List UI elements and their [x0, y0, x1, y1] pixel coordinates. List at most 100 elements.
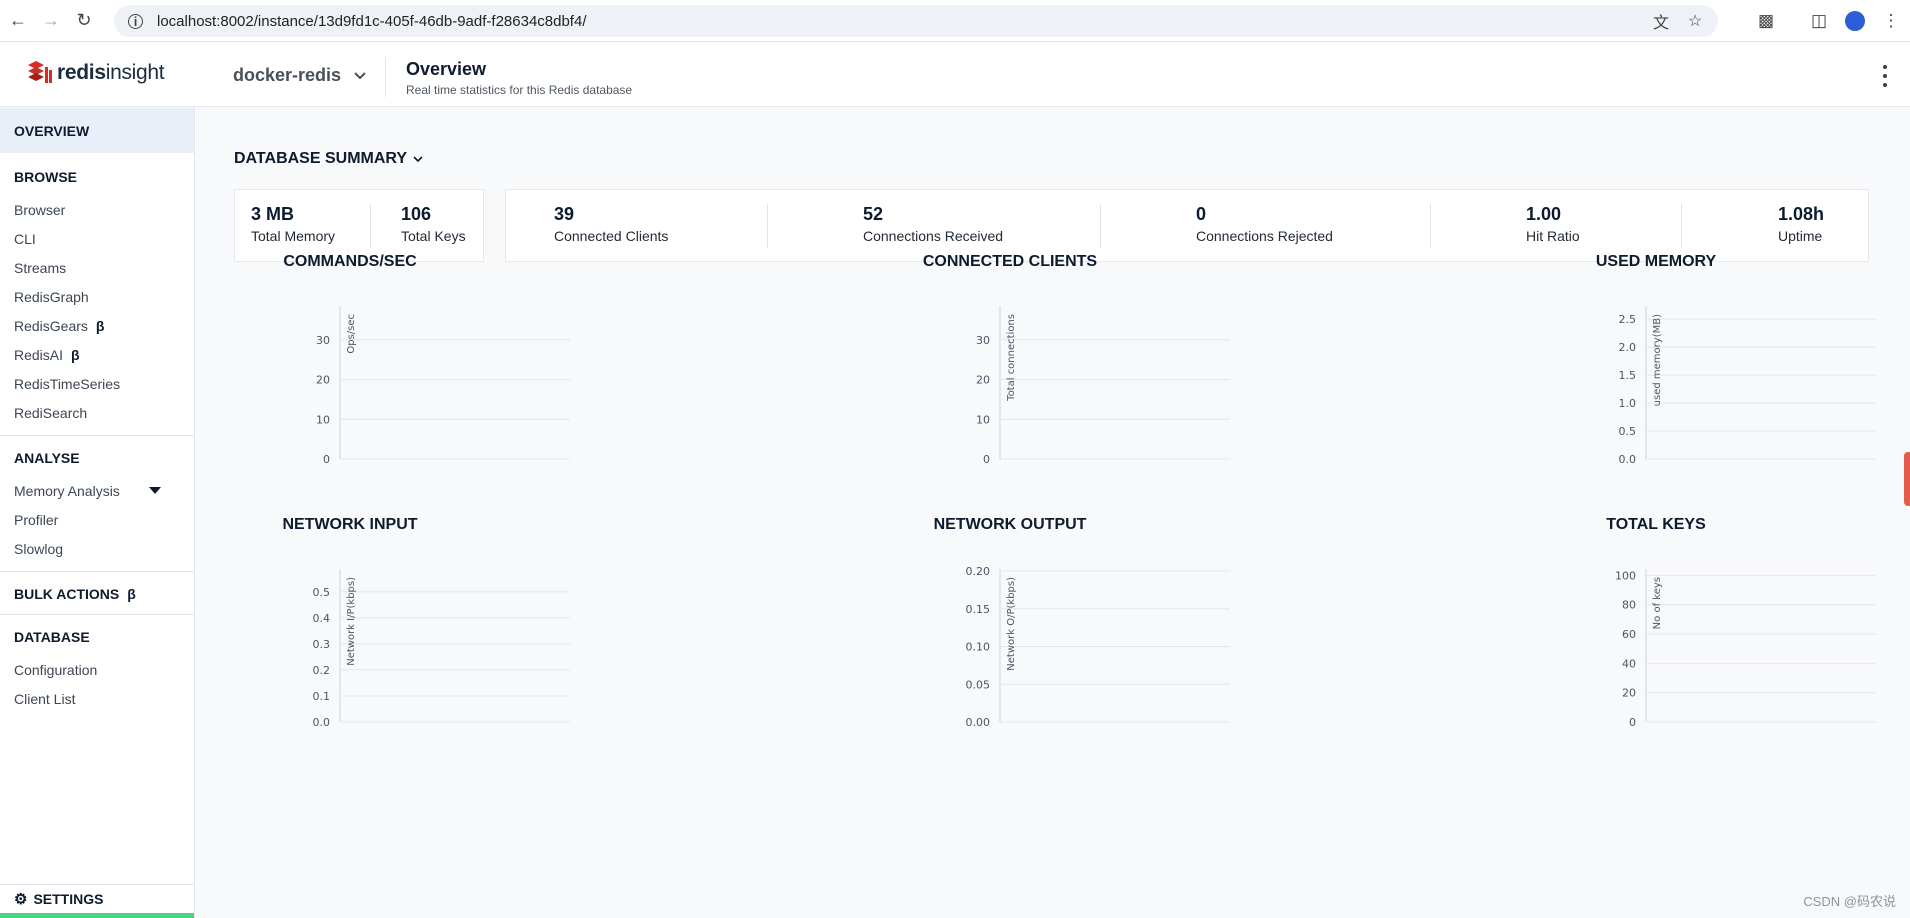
browser-menu-icon[interactable]: ⋮	[1876, 6, 1906, 36]
y-tick-label: 10	[316, 413, 330, 426]
y-tick-label: 0.2	[313, 664, 331, 677]
sidebar-item-bulk-actions[interactable]: BULK ACTIONS β	[0, 586, 194, 602]
sidebar-item-configuration[interactable]: Configuration	[0, 655, 194, 684]
sidebar-section-database: DATABASE Configuration Client List	[0, 615, 194, 713]
sidebar-item-redisgraph[interactable]: RedisGraph	[0, 282, 194, 311]
y-axis-label: Network I/P(kbps)	[346, 577, 357, 666]
redis-logo-icon	[28, 61, 52, 83]
bookmark-star-icon[interactable]: ☆	[1684, 10, 1706, 32]
y-tick-label: 20	[1622, 687, 1636, 700]
header-divider	[385, 57, 386, 97]
watermark: CSDN @码农说	[1803, 894, 1896, 909]
connections-rejected-stat: 0 Connections Rejected	[1196, 204, 1333, 244]
stat-value: 3 MB	[251, 204, 295, 224]
side-panel-icon[interactable]: ◫	[1804, 6, 1834, 36]
stat-divider	[767, 204, 768, 248]
stat-label: Connections Rejected	[1196, 228, 1333, 244]
y-tick-label: 80	[1622, 599, 1636, 612]
back-icon[interactable]: ←	[3, 6, 33, 36]
y-tick-label: 2.0	[1619, 341, 1637, 354]
beta-badge: β	[127, 586, 136, 602]
y-tick-label: 1.5	[1619, 369, 1637, 382]
beta-badge: β	[71, 346, 80, 363]
logo-text-rest: insight	[105, 61, 165, 84]
extensions-icon[interactable]: ▩	[1751, 6, 1781, 36]
y-tick-label: 0.05	[966, 678, 991, 691]
stat-label: Total Memory	[251, 228, 336, 244]
y-axis-label: Total connections	[1006, 314, 1017, 402]
sidebar-status-bar	[0, 913, 194, 918]
sidebar-item-streams[interactable]: Streams	[0, 253, 194, 282]
stat-value: 106	[401, 204, 432, 224]
y-tick-label: 0.4	[313, 612, 331, 625]
y-axis-label: No of keys	[1652, 577, 1663, 629]
translate-icon[interactable]: 文	[1650, 10, 1672, 32]
y-tick-label: 60	[1622, 628, 1636, 641]
y-tick-label: 0	[323, 453, 330, 466]
forward-icon[interactable]: →	[36, 6, 66, 36]
sidebar-heading-database[interactable]: DATABASE	[0, 629, 194, 645]
connection-summary: 39 Connected Clients 52 Connections Rece…	[505, 189, 1869, 262]
sidebar-item-redistimeseries[interactable]: RedisTimeSeries	[0, 369, 194, 398]
sidebar-item-profiler[interactable]: Profiler	[0, 505, 194, 534]
y-tick-label: 0	[1629, 716, 1636, 729]
y-tick-label: 30	[976, 334, 990, 347]
y-tick-label: 2.5	[1619, 313, 1637, 326]
stat-label: Connected Clients	[554, 228, 669, 244]
commands-sec-chart: COMMANDS/SEC 0 10 20 30 Ops/sec	[234, 253, 634, 493]
database-selector[interactable]: docker-redis	[233, 65, 367, 86]
sidebar-heading-label: BULK ACTIONS	[14, 586, 120, 602]
y-tick-label: 0.00	[966, 716, 991, 729]
database-name: docker-redis	[233, 65, 342, 85]
sidebar-heading-analyse[interactable]: ANALYSE	[0, 450, 194, 466]
logo-text-bold: redis	[57, 61, 106, 84]
network-output-chart: NETWORK OUTPUT 0.00 0.05 0.10 0.15 0.20 Networ…	[894, 516, 1294, 756]
y-axis-label: used memory(MB)	[1652, 314, 1663, 406]
feedback-tab[interactable]	[1904, 452, 1910, 506]
sidebar-item-cli[interactable]: CLI	[0, 224, 194, 253]
beta-badge: β	[95, 317, 105, 334]
redisinsight-logo[interactable]: redisinsight	[26, 61, 165, 85]
profile-avatar-icon[interactable]	[1840, 6, 1870, 36]
chevron-down-icon	[413, 156, 423, 163]
stat-value: 1.00	[1526, 204, 1562, 224]
sidebar-section-analyse: ANALYSE Memory Analysis Profiler Slowlog	[0, 436, 194, 572]
database-summary-title: DATABASE SUMMARY	[234, 150, 408, 167]
used-memory-chart: USED MEMORY 0.0 0.5 1.0 1.5 2.0 2.5 used memory…	[1556, 253, 1876, 493]
sidebar-item-redisgears[interactable]: RedisGears β	[0, 311, 194, 340]
sidebar-item-browser[interactable]: Browser	[0, 195, 194, 224]
url-text: localhost:8002/instance/13d9fd1c-405f-46…	[157, 12, 587, 30]
chart-plot: 0 10 20 30 Total connections	[976, 306, 1230, 466]
sidebar-item-client-list[interactable]: Client List	[0, 684, 194, 713]
more-options-icon[interactable]	[1880, 65, 1890, 87]
address-bar[interactable]: i localhost:8002/instance/13d9fd1c-405f-…	[114, 5, 1718, 37]
y-tick-label: 40	[1622, 657, 1636, 670]
stat-divider	[1100, 204, 1101, 248]
sidebar-section-bulk-actions: BULK ACTIONS β	[0, 572, 194, 615]
sidebar-item-redisearch[interactable]: RediSearch	[0, 398, 194, 427]
sidebar-item-slowlog[interactable]: Slowlog	[0, 534, 194, 563]
y-tick-label: 1.0	[1619, 397, 1637, 410]
y-tick-label: 0.3	[313, 638, 331, 651]
chart-plot: 0 10 20 30 Ops/sec	[316, 306, 570, 466]
sidebar-item-label: RedisGears	[14, 317, 88, 334]
sidebar-item-settings[interactable]: ⚙ SETTINGS	[0, 884, 194, 912]
sidebar-section-browse: BROWSE Browser CLI Streams RedisGraph Re…	[0, 153, 194, 436]
chevron-down-icon	[354, 71, 366, 79]
main-content: DATABASE SUMMARY 3 MB Total Memory 106 T…	[196, 108, 1910, 918]
site-info-icon[interactable]: i	[128, 13, 143, 29]
sidebar-heading-browse[interactable]: BROWSE	[0, 169, 194, 185]
database-summary-toggle[interactable]: DATABASE SUMMARY	[234, 150, 423, 168]
y-tick-label: 10	[976, 413, 990, 426]
sidebar-item-redisai[interactable]: RedisAI β	[0, 340, 194, 369]
connected-clients-chart: CONNECTED CLIENTS 0 10 20 30 Total connection…	[894, 253, 1294, 493]
total-keys-stat: 106 Total Keys	[401, 204, 466, 244]
sidebar-item-overview[interactable]: OVERVIEW	[0, 108, 194, 153]
uptime-stat: 1.08h Uptime	[1778, 204, 1824, 244]
stat-label: Hit Ratio	[1526, 228, 1580, 244]
sidebar-item-memory-analysis[interactable]: Memory Analysis	[0, 476, 194, 505]
hit-ratio-stat: 1.00 Hit Ratio	[1526, 204, 1580, 244]
reload-icon[interactable]: ↻	[69, 6, 99, 36]
y-tick-label: 0	[983, 453, 990, 466]
chart-plot: 0 20 40 60 80 100 No of keys	[1615, 569, 1876, 729]
